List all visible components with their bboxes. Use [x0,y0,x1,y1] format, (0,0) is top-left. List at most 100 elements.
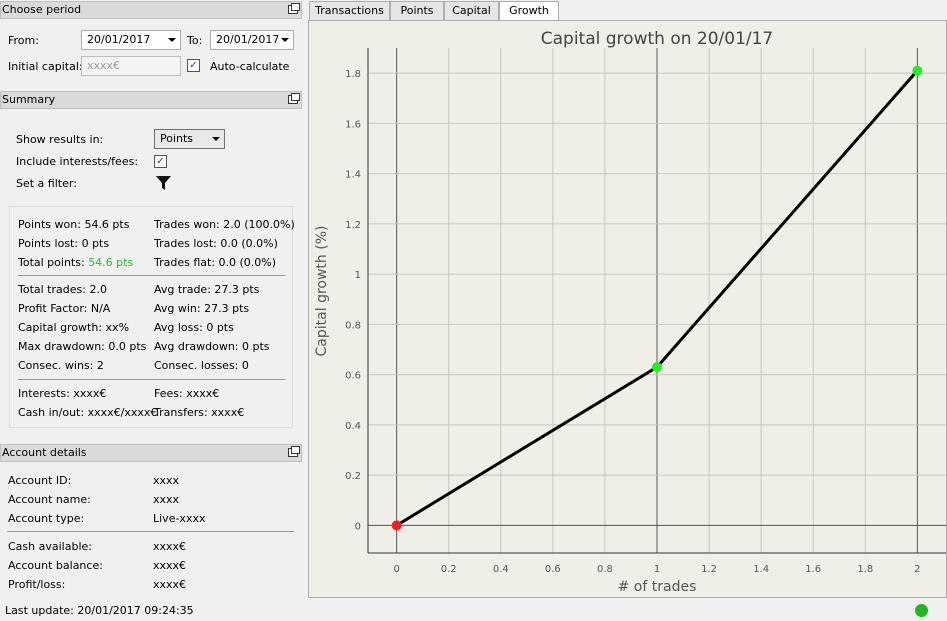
show-results-select[interactable]: Points [154,129,225,149]
chevron-down-icon [281,38,289,42]
auto-calculate-checkbox[interactable]: ✓ [187,59,200,72]
tab-points[interactable]: Points [390,1,444,21]
undock-icon[interactable] [288,3,300,14]
profit-loss-label: Profit/loss: [8,578,66,591]
undock-icon[interactable] [288,446,300,457]
account-type-value: Live-xxxx [153,512,206,525]
max-drawdown: Max drawdown: 0.0 pts [18,340,147,353]
tab-capital[interactable]: Capital [444,1,499,21]
divider [18,275,285,276]
avg-trade: Avg trade: 27.3 pts [154,283,260,296]
avg-drawdown: Avg drawdown: 0 pts [154,340,270,353]
initial-capital-input[interactable]: xxxx€ [81,56,181,76]
y-tick-label: 1.8 [345,69,361,80]
avg-loss: Avg loss: 0 pts [154,321,234,334]
data-point [652,362,662,373]
total-trades: Total trades: 2.0 [18,283,107,296]
total-points-value: 54.6 pts [88,256,134,269]
data-point [912,65,923,76]
choose-period-header: Choose period [0,1,302,19]
initial-capital-label: Initial capital: [8,60,83,73]
x-tick-label: 1.4 [753,564,769,575]
growth-chart: 0 0.2 0.4 0.6 0.8 1 1.2 1.4 1.6 1.8 2 0 0.2 0.4 0.6 0.8… [314,29,946,595]
x-tick-label: 0 [393,564,399,575]
x-tick-label: 1.8 [857,564,873,575]
from-date-value: 20/01/2017 [87,33,151,46]
capital-growth: Capital growth: xx% [18,321,130,334]
account-id-label: Account ID: [8,474,72,487]
connection-status-indicator [915,604,928,617]
trades-won: Trades won: 2.0 (100.0%) [154,218,295,231]
x-tick-label: 0.4 [493,564,509,575]
y-tick-label: 1.4 [345,170,361,181]
total-points-label: Total points: 54.6 pts [18,256,133,269]
transfers: Transfers: xxxx€ [154,406,245,419]
profit-loss-value: xxxx€ [153,578,187,591]
account-name-value: xxxx [153,493,180,506]
profit-factor: Profit Factor: N/A [18,302,111,315]
x-tick-label: 0.2 [441,564,457,575]
interests: Interests: xxxx€ [18,387,107,400]
account-balance-value: xxxx€ [153,559,187,572]
consec-wins: Consec. wins: 2 [18,359,104,372]
y-tick-label: 0.4 [345,421,361,432]
filter-icon[interactable] [155,175,172,191]
set-filter-label: Set a filter: [16,177,77,190]
tab-growth[interactable]: Growth [499,1,559,22]
y-tick-label: 1 [355,270,361,281]
chart-frame: 0 0.2 0.4 0.6 0.8 1 1.2 1.4 1.6 1.8 2 0 0.2 0.4 0.6 0.8… [308,20,947,598]
cash-in-out: Cash in/out: xxxx€/xxxx€ [18,406,158,419]
points-lost: Points lost: 0 pts [18,237,110,250]
undock-icon[interactable] [288,93,300,104]
include-interests-checkbox[interactable]: ✓ [154,155,167,168]
to-label: To: [187,34,203,47]
fees: Fees: xxxx€ [154,387,220,400]
to-date-picker[interactable]: 20/01/2017 [210,30,294,50]
x-tick-label: 1 [654,564,660,575]
x-axis-label: # of trades [618,579,697,595]
include-interests-label: Include interests/fees: [16,155,139,168]
show-results-value: Points [160,132,194,145]
x-tick-label: 1.2 [701,564,717,575]
account-id-value: xxxx [153,474,180,487]
x-tick-label: 1.6 [805,564,821,575]
avg-win: Avg win: 27.3 pts [154,302,250,315]
points-won: Points won: 54.6 pts [18,218,130,231]
show-results-label: Show results in: [16,133,104,146]
tab-transactions[interactable]: Transactions [309,1,390,21]
data-point [391,520,402,531]
account-details-title: Account details [2,446,87,459]
chevron-down-icon [168,38,176,42]
from-label: From: [8,34,39,47]
y-tick-label: 0.6 [345,371,361,382]
y-tick-label: 1.6 [345,119,361,130]
chevron-down-icon [212,137,220,141]
divider [18,379,285,380]
y-tick-label: 0.8 [345,320,361,331]
account-name-label: Account name: [8,493,91,506]
consec-losses: Consec. losses: 0 [154,359,249,372]
y-tick-label: 0 [355,521,361,532]
from-date-picker[interactable]: 20/01/2017 [81,30,181,50]
divider [7,531,294,532]
stats-box: Points won: 54.6 pts Trades won: 2.0 (10… [9,206,295,428]
summary-header: Summary [0,91,302,109]
cash-available-value: xxxx€ [153,540,187,553]
account-type-label: Account type: [8,512,85,525]
y-tick-label: 1.2 [345,220,361,231]
choose-period-title: Choose period [2,3,82,16]
left-panel: Choose period From: 20/01/2017 To: 20/01… [0,0,304,621]
y-tick-label: 0.2 [345,471,361,482]
chart-title: Capital growth on 20/01/17 [541,29,774,49]
trades-lost: Trades lost: 0.0 (0.0%) [154,237,278,250]
total-points-text: Total points: [18,256,85,269]
summary-title: Summary [2,93,56,106]
auto-calculate-label: Auto-calculate [210,60,290,73]
cash-available-label: Cash available: [8,540,92,553]
account-balance-label: Account balance: [8,559,103,572]
initial-capital-placeholder: xxxx€ [87,59,121,72]
y-axis-label: Capital growth (%) [314,226,330,357]
x-tick-label: 0.6 [545,564,561,575]
account-details-header: Account details [0,444,302,462]
to-date-value: 20/01/2017 [216,33,280,46]
